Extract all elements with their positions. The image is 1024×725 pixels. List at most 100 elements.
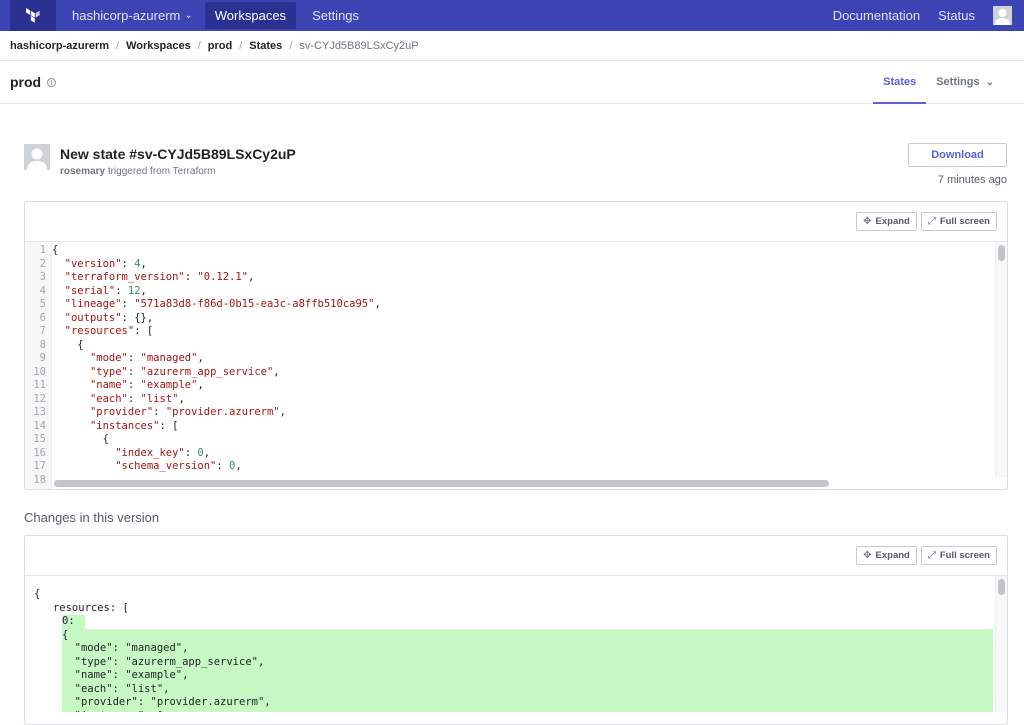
fullscreen-button[interactable]: ⤢ Full screen bbox=[920, 212, 997, 231]
breadcrumb-states[interactable]: States bbox=[249, 40, 282, 52]
breadcrumb-workspace[interactable]: prod bbox=[208, 40, 232, 52]
code-line: 2 "version": 4, bbox=[25, 258, 1007, 272]
diff-line-added: "mode": "managed", bbox=[62, 642, 993, 656]
horizontal-scroll-thumb[interactable] bbox=[54, 480, 829, 487]
expand-icon: ✥ bbox=[863, 216, 872, 227]
line-content: "name": "example", bbox=[89, 379, 204, 391]
horizontal-scrollbar[interactable] bbox=[52, 477, 995, 489]
state-file-code[interactable]: 1{2 "version": 4, 3 "terraform_version": … bbox=[25, 242, 1007, 489]
diff-line: resources: [ bbox=[34, 601, 129, 614]
code-line: 16 "index_key": 0, bbox=[25, 447, 1007, 461]
line-number: 11 bbox=[33, 379, 46, 391]
tab-states[interactable]: States bbox=[873, 61, 927, 104]
line-number: 16 bbox=[33, 446, 46, 459]
user-avatar bbox=[24, 144, 50, 170]
tab-states-label: States bbox=[883, 76, 917, 88]
expand-label: Expand bbox=[875, 216, 910, 227]
code-line: 4 "serial": 12, bbox=[25, 285, 1007, 299]
line-content: "resources": [ bbox=[64, 325, 154, 337]
tab-settings[interactable]: Settings ⌄ bbox=[926, 61, 1004, 103]
diff-line-added: "name": "example", bbox=[62, 669, 993, 683]
code-line: 5 "lineage": "571a83d8-f86d-0b15-ea3c-a8… bbox=[25, 298, 1007, 312]
user-silhouette-icon bbox=[27, 148, 47, 170]
chevron-down-icon: ⌄ bbox=[985, 76, 994, 88]
code-line: 1{ bbox=[25, 244, 1007, 258]
code-line: 12 "each": "list", bbox=[25, 393, 1007, 407]
line-content: { bbox=[52, 338, 84, 351]
state-title: New state #sv-CYJd5B89LSxCy2uP bbox=[60, 146, 296, 162]
documentation-link[interactable]: Documentation bbox=[833, 8, 920, 23]
code-line: 3 "terraform_version": "0.12.1", bbox=[25, 271, 1007, 285]
diff-lines: { resources: [0:{ "mode": "managed", "ty… bbox=[25, 576, 1007, 712]
expand-button[interactable]: ✥ Expand bbox=[856, 212, 917, 231]
line-content: "each": "list", bbox=[89, 392, 185, 405]
terraform-logo-icon[interactable] bbox=[10, 0, 56, 31]
line-content: "index_key": 0, bbox=[115, 446, 211, 459]
diff-line: { bbox=[34, 588, 41, 600]
breadcrumb-current-state: sv-CYJd5B89LSxCy2uP bbox=[299, 39, 419, 52]
organization-switcher[interactable]: hashicorp-azurerm ⌄ bbox=[72, 8, 193, 23]
diff-line-added: { bbox=[62, 628, 993, 642]
nav-settings[interactable]: Settings bbox=[302, 2, 369, 29]
breadcrumb-separator: / bbox=[116, 39, 120, 52]
top-nav: hashicorp-azurerm ⌄ Workspaces Settings … bbox=[0, 0, 1024, 31]
vertical-scroll-thumb[interactable] bbox=[998, 579, 1005, 595]
line-number: 12 bbox=[33, 392, 46, 405]
status-link[interactable]: Status bbox=[938, 8, 975, 23]
code-lines: 1{2 "version": 4, 3 "terraform_version": … bbox=[25, 244, 1007, 487]
download-button[interactable]: Download bbox=[908, 143, 1007, 167]
chevron-down-icon: ⌄ bbox=[184, 10, 193, 21]
breadcrumb-organization[interactable]: hashicorp-azurerm bbox=[10, 40, 109, 52]
changes-title: Changes in this version bbox=[24, 510, 160, 525]
line-number: 5 bbox=[39, 298, 46, 310]
line-content: { bbox=[52, 433, 109, 445]
diff-line-added: "each": "list", bbox=[62, 682, 993, 696]
code-line: 17 "schema_version": 0, bbox=[25, 460, 1007, 474]
breadcrumb-separator: / bbox=[289, 39, 293, 52]
line-number: 10 bbox=[33, 365, 46, 378]
line-number: 3 bbox=[39, 271, 46, 283]
fullscreen-button[interactable]: ⤢ Full screen bbox=[920, 546, 997, 565]
line-content: "schema_version": 0, bbox=[115, 460, 242, 472]
line-content: "terraform_version": "0.12.1", bbox=[64, 271, 255, 283]
vertical-scroll-thumb[interactable] bbox=[998, 245, 1005, 261]
user-avatar[interactable] bbox=[993, 6, 1012, 25]
diff-line-added: "provider": "provider.azurerm", bbox=[62, 696, 993, 710]
line-number: 1 bbox=[39, 244, 46, 256]
nav-workspaces[interactable]: Workspaces bbox=[204, 2, 297, 29]
expand-button[interactable]: ✥ Expand bbox=[856, 546, 917, 565]
vertical-scrollbar[interactable] bbox=[995, 576, 1007, 712]
code-line: 15 { bbox=[25, 433, 1007, 447]
vertical-scrollbar[interactable] bbox=[995, 242, 1007, 477]
state-timestamp: 7 minutes ago bbox=[937, 174, 1007, 186]
changes-diff[interactable]: { resources: [0:{ "mode": "managed", "ty… bbox=[25, 576, 1007, 712]
fullscreen-icon: ⤢ bbox=[927, 550, 936, 561]
line-number: 17 bbox=[33, 460, 46, 472]
line-content: "lineage": "571a83d8-f86d-0b15-ea3c-a8ff… bbox=[64, 298, 381, 310]
line-number: 14 bbox=[33, 419, 46, 432]
fullscreen-icon: ⤢ bbox=[927, 216, 936, 227]
breadcrumb-workspaces[interactable]: Workspaces bbox=[126, 40, 191, 52]
line-number: 15 bbox=[33, 433, 46, 445]
line-content: "type": "azurerm_app_service", bbox=[89, 365, 280, 378]
code-line: 9 "mode": "managed", bbox=[25, 352, 1007, 366]
code-line: 13 "provider": "provider.azurerm", bbox=[25, 406, 1007, 420]
line-number: 7 bbox=[39, 325, 46, 337]
fullscreen-label: Full screen bbox=[939, 550, 990, 561]
breadcrumb-separator: / bbox=[239, 39, 243, 52]
code-line: 8 { bbox=[25, 339, 1007, 353]
code-line: 14 "instances": [ bbox=[25, 420, 1007, 434]
line-content: "instances": [ bbox=[89, 419, 179, 432]
expand-icon: ✥ bbox=[863, 550, 872, 561]
changes-panel: ✥ Expand ⤢ Full screen { resources: [0:{… bbox=[24, 535, 1008, 725]
workspace-tabs: States Settings ⌄ bbox=[873, 61, 1004, 104]
workspace-header: prod i States Settings ⌄ bbox=[0, 61, 1024, 104]
line-number: 9 bbox=[39, 352, 46, 364]
line-content: "mode": "managed", bbox=[89, 352, 204, 364]
state-file-toolbar: ✥ Expand ⤢ Full screen bbox=[25, 202, 1007, 242]
line-number: 8 bbox=[39, 338, 46, 351]
state-trigger-text: triggered from Terraform bbox=[107, 166, 216, 177]
info-icon[interactable]: i bbox=[47, 77, 57, 87]
line-content: "serial": 12, bbox=[64, 284, 147, 297]
code-line: 7 "resources": [ bbox=[25, 325, 1007, 339]
